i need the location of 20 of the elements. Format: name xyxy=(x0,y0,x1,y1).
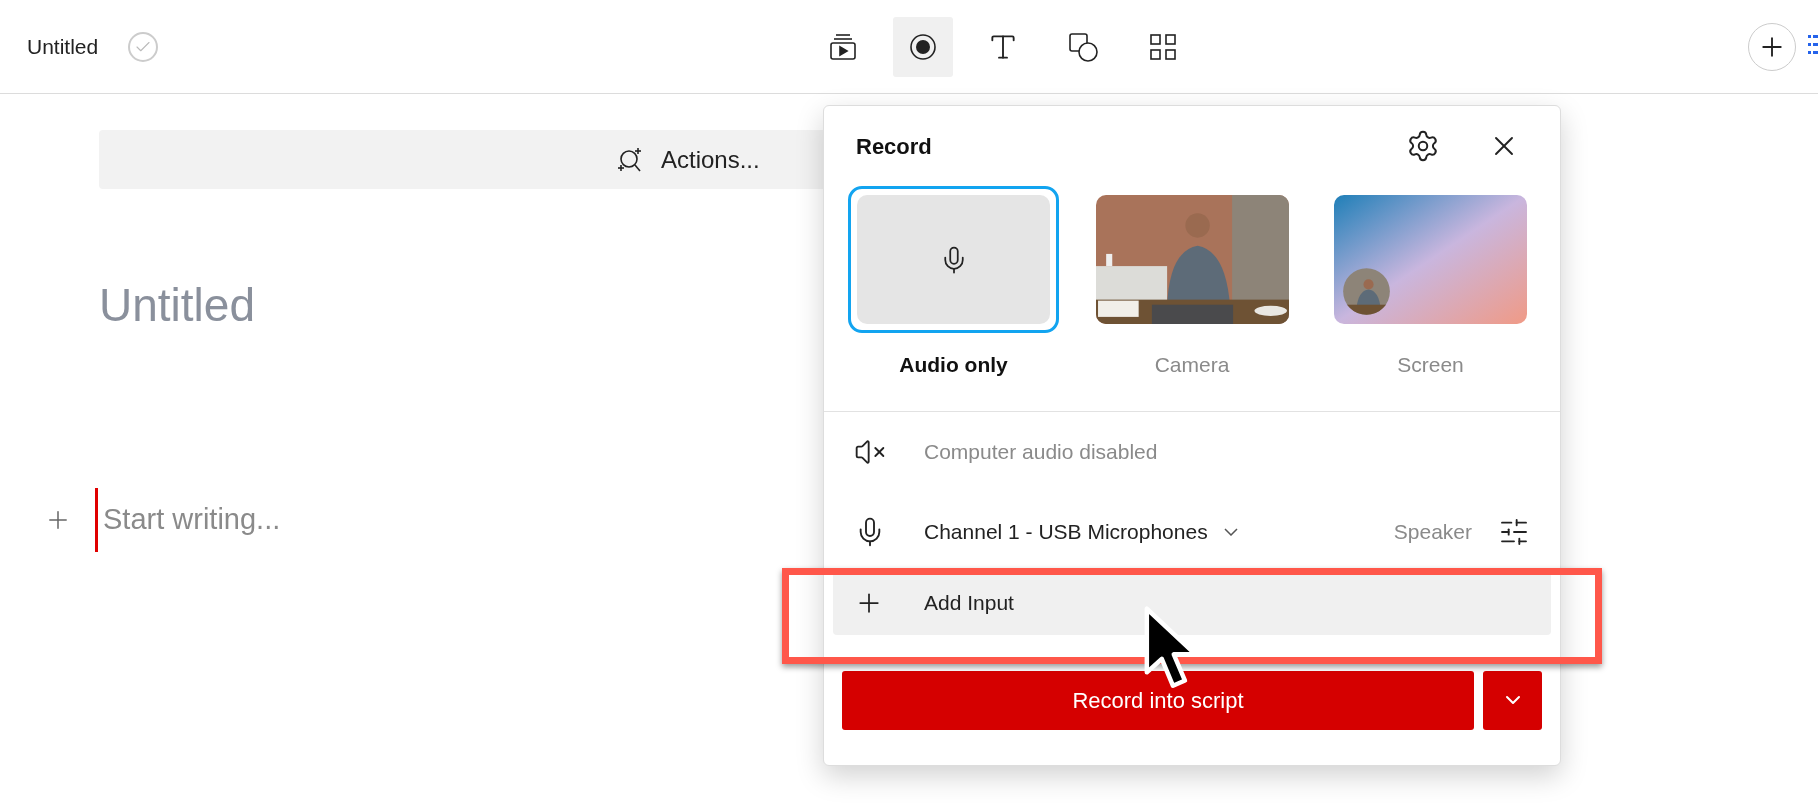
record-options-button[interactable] xyxy=(1483,670,1542,730)
scenes-icon xyxy=(828,31,859,62)
toolbar-button[interactable] xyxy=(893,16,954,77)
output-label: Speaker xyxy=(1393,518,1472,545)
body-text-field[interactable]: Start writing... xyxy=(103,498,603,542)
saved-check-icon xyxy=(128,31,159,62)
record-button[interactable]: Record into script xyxy=(842,670,1474,730)
chevron-down-icon xyxy=(1223,527,1238,536)
shapes-icon xyxy=(1067,30,1100,63)
panel-title: Record xyxy=(856,132,932,161)
mode-label: Audio only xyxy=(899,352,1008,378)
microphone-dropdown[interactable]: Channel 1 - USB Microphones xyxy=(924,515,1238,548)
document-heading: Untitled xyxy=(99,282,255,328)
document-title: Untitled xyxy=(27,33,99,60)
record-icon xyxy=(908,31,939,62)
grid-icon xyxy=(1149,32,1178,61)
settings-icon[interactable] xyxy=(1406,129,1440,163)
mode-label: Camera xyxy=(1154,352,1230,378)
mode-label: Screen xyxy=(1397,352,1464,378)
computer-audio-status: Computer audio disabled xyxy=(924,438,1158,465)
